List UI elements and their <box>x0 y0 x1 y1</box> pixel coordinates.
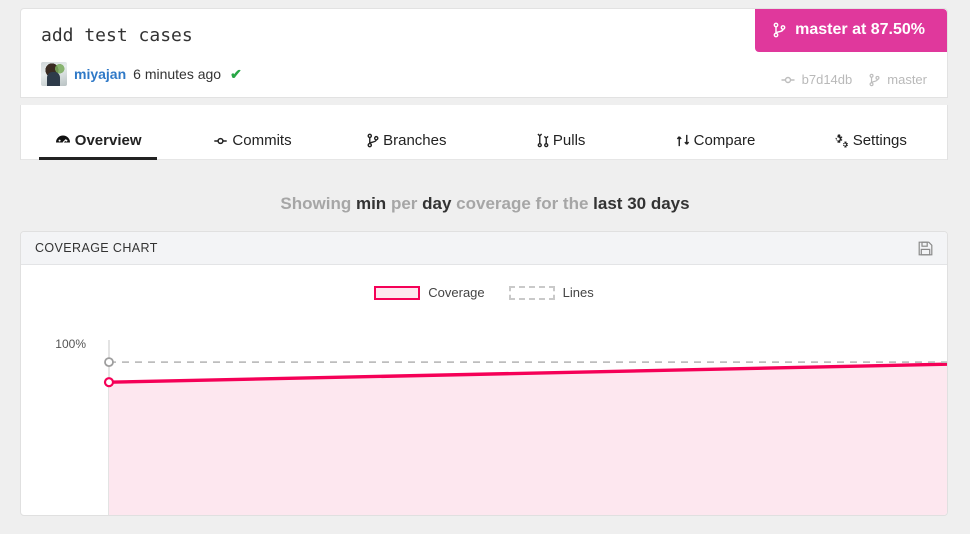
avatar <box>41 62 67 86</box>
showing-word-6: last 30 days <box>593 194 690 213</box>
tab-commits-label: Commits <box>232 132 292 149</box>
tab-settings-label: Settings <box>852 132 907 149</box>
tab-pulls[interactable]: Pulls <box>484 132 638 159</box>
coverage-area-fill <box>109 364 947 515</box>
showing-word-3: per <box>390 194 418 213</box>
chart-plot-area: Coverage Lines 100% 0% <box>21 265 947 515</box>
showing-summary: Showing min per day coverage for the las… <box>0 194 970 214</box>
commit-timestamp: 6 minutes ago <box>133 66 222 82</box>
tab-branches-label: Branches <box>383 132 447 149</box>
showing-word-4: day <box>422 194 452 213</box>
coverage-point-start[interactable] <box>103 377 115 388</box>
compare-icon <box>676 133 690 148</box>
tab-overview[interactable]: Overview <box>21 132 175 160</box>
commit-hash[interactable]: b7d14db <box>802 72 853 87</box>
save-icon[interactable] <box>918 241 933 256</box>
check-icon: ✔ <box>230 65 242 82</box>
branch-icon-small <box>869 73 880 87</box>
coverage-chart-card: COVERAGE CHART Coverage Lines 100% <box>20 231 948 516</box>
gears-icon <box>833 133 849 148</box>
commit-icon <box>213 135 228 147</box>
commit-header: add test cases master at 87.50% <box>21 9 947 57</box>
branch-name[interactable]: master <box>887 72 927 87</box>
tab-commits[interactable]: Commits <box>175 132 329 159</box>
tabs-container: Overview Commits Branches Pulls Compare … <box>20 105 948 160</box>
tab-compare[interactable]: Compare <box>638 132 792 159</box>
commit-meta: miyajan 6 minutes ago ✔ b7d14db master <box>21 57 947 97</box>
chart-svg <box>103 340 947 515</box>
branch-icon <box>773 22 786 38</box>
commit-card: add test cases master at 87.50% miyajan … <box>20 8 948 98</box>
chart-card-header: COVERAGE CHART <box>21 232 947 265</box>
commit-icon <box>781 74 795 86</box>
tab-settings[interactable]: Settings <box>793 132 947 159</box>
tab-overview-label: Overview <box>74 132 142 149</box>
branch-icon <box>367 133 379 148</box>
tab-pulls-label: Pulls <box>552 132 586 149</box>
chart-title: COVERAGE CHART <box>35 241 158 255</box>
tab-compare-label: Compare <box>693 132 756 149</box>
nav-tabs: Overview Commits Branches Pulls Compare … <box>21 105 947 160</box>
tab-branches[interactable]: Branches <box>330 132 484 159</box>
dashboard-icon <box>55 134 71 148</box>
showing-word-5: coverage for the <box>456 194 589 213</box>
commit-author-link[interactable]: miyajan <box>74 66 126 82</box>
showing-word-2: min <box>355 194 387 213</box>
branch-coverage-badge[interactable]: master at 87.50% <box>755 9 947 52</box>
lines-point-start[interactable] <box>104 357 114 367</box>
showing-word-1: Showing <box>280 194 352 213</box>
branch-badge-label: master at 87.50% <box>795 21 925 38</box>
commit-ref-info: b7d14db master <box>781 72 927 87</box>
pull-request-icon <box>537 133 549 148</box>
page-root: add test cases master at 87.50% miyajan … <box>0 0 970 534</box>
